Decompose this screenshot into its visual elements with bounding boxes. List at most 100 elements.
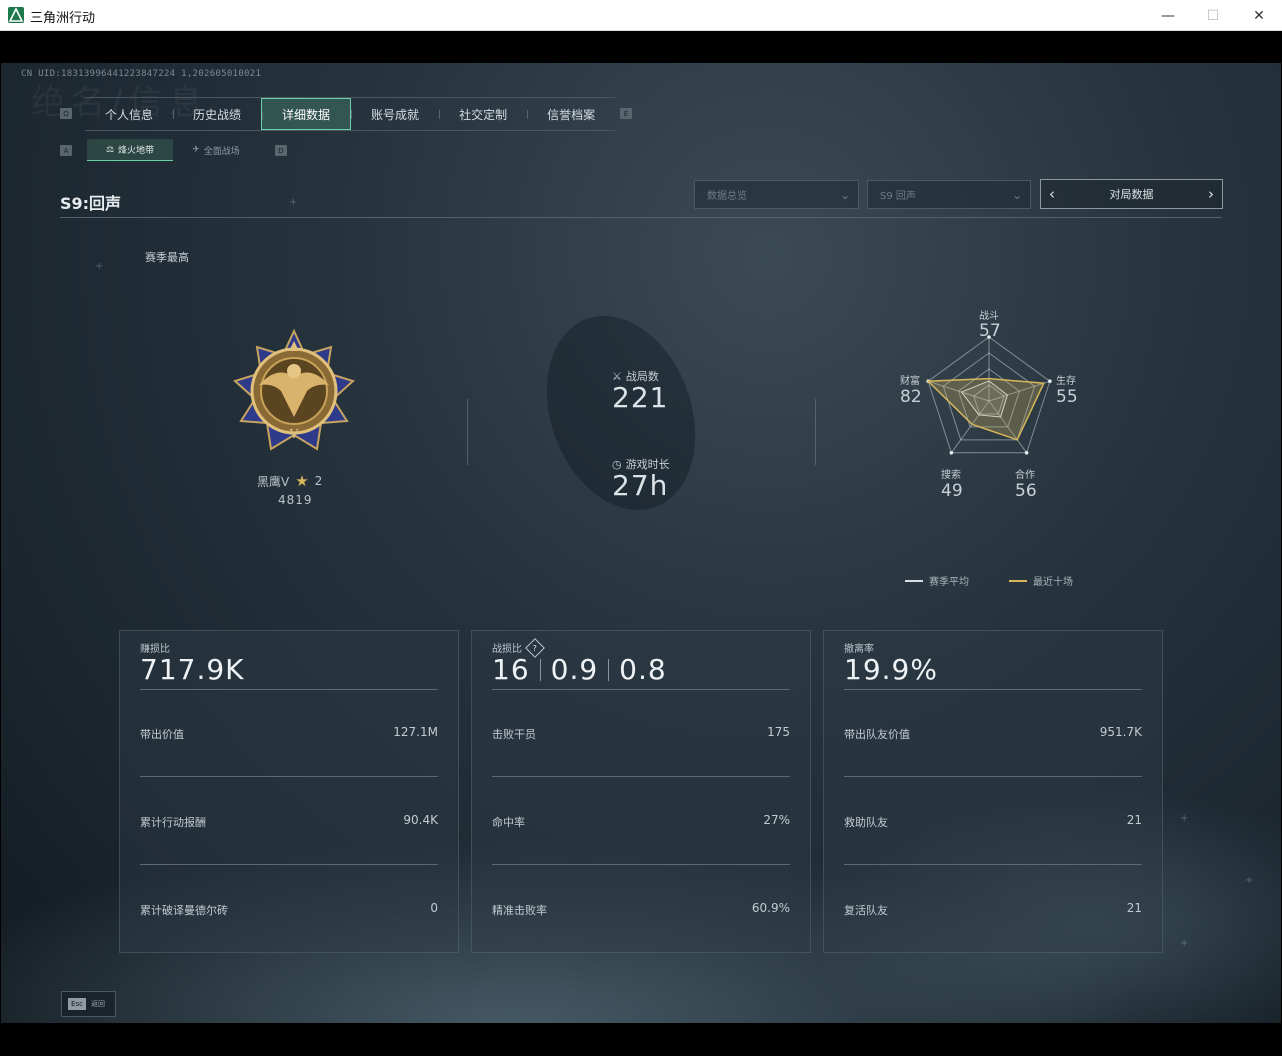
card-profit-ratio: 赚损比 717.9K 带出价值 127.1M 累计行动报酬 90.4K 累计破译… xyxy=(119,630,459,953)
letterbox-bottom xyxy=(1,1023,1281,1056)
season-title: S9:回声 xyxy=(60,194,122,213)
value-separator xyxy=(608,658,610,681)
title-bar: 三角洲行动 — ☐ ✕ xyxy=(0,0,1282,31)
radar-axis-dot xyxy=(1024,450,1029,455)
main-tabs: 个人信息 历史战绩 详细数据 账号成就 社交定制 信誉档案 xyxy=(85,97,616,131)
legend-swatch-season xyxy=(905,579,923,582)
card-kd-ratio: 战损比 ? 16 0.9 0.8 击败干员 175 命中率 27% 精准击败率 … xyxy=(471,630,811,953)
card-divider xyxy=(492,689,790,690)
radar-label-wealth: 财富 xyxy=(900,376,920,387)
row-value: 951.7K xyxy=(1099,725,1142,739)
match-data-nav: ‹ 对局数据 › xyxy=(1040,179,1223,209)
esc-key-icon: Esc xyxy=(68,998,86,1010)
row-value: 27% xyxy=(763,813,790,827)
kd-value-3: 0.8 xyxy=(619,653,667,686)
key-hint-d: D xyxy=(275,145,287,156)
rank-title: 黑鹰V xyxy=(257,474,290,489)
legend-swatch-recent xyxy=(1009,579,1027,582)
subtab-operations-label: 烽火地带 xyxy=(118,146,155,156)
row-value: 127.1M xyxy=(393,725,438,739)
card-divider xyxy=(140,689,438,690)
card-divider xyxy=(492,864,790,865)
kd-value-1: 16 xyxy=(492,653,530,686)
row-label: 带出价值 xyxy=(140,728,184,741)
row-value: 60.9% xyxy=(751,901,790,915)
back-button[interactable]: Esc 返回 xyxy=(61,991,116,1017)
radar-value-combat: 57 xyxy=(979,321,1001,341)
chevron-down-icon: ⌄ xyxy=(839,188,850,202)
row-label: 救助队友 xyxy=(844,816,888,829)
overview-dropdown[interactable]: 数据总览 ⌄ xyxy=(694,180,859,209)
season-dropdown[interactable]: S9 回声 ⌄ xyxy=(867,180,1031,209)
season-dropdown-value: S9 回声 xyxy=(880,191,916,202)
match-data-label[interactable]: 对局数据 xyxy=(1110,186,1154,202)
close-button[interactable]: ✕ xyxy=(1236,0,1282,31)
tab-reputation[interactable]: 信誉档案 xyxy=(527,98,615,130)
minimize-button[interactable]: — xyxy=(1145,0,1191,31)
back-label: 返回 xyxy=(91,1000,105,1008)
row-label: 累计行动报酬 xyxy=(140,816,206,829)
key-hint-e: E xyxy=(620,108,632,119)
letterbox-top xyxy=(1,31,1281,63)
divider-right xyxy=(815,399,816,465)
decor-plus-icon: + xyxy=(1245,875,1254,886)
card-divider xyxy=(844,864,1142,865)
app-window: 三角洲行动 — ☐ ✕ 绝名/信息 CN UID:183139964412238… xyxy=(0,0,1282,1056)
card-big-values: 16 0.9 0.8 xyxy=(492,653,667,686)
legend-recent-label: 最近十场 xyxy=(1033,577,1073,588)
decor-plus-icon: + xyxy=(1180,938,1189,949)
tab-detailed-data[interactable]: 详细数据 xyxy=(261,98,352,130)
radar-axis-dot xyxy=(1048,379,1052,384)
radar-axis-dot xyxy=(949,450,954,455)
row-value: 90.4K xyxy=(403,813,438,827)
rank-name: 黑鹰V ★ 2 xyxy=(257,472,322,490)
tab-achievements[interactable]: 账号成就 xyxy=(351,98,439,130)
radar-series-recent xyxy=(926,377,1045,441)
maximize-button[interactable]: ☐ xyxy=(1190,0,1236,31)
header-divider xyxy=(60,217,1222,218)
sub-tabs: ⚖ 烽火地带 ✈ 全面战场 xyxy=(87,139,259,161)
radar-value-survival: 55 xyxy=(1056,387,1078,407)
legend-recent: 最近十场 xyxy=(1009,573,1073,588)
operations-icon: ⚖ xyxy=(105,144,115,155)
row-value: 0 xyxy=(430,901,438,915)
card-big-value: 19.9% xyxy=(844,653,938,686)
radar-value-cooperation: 56 xyxy=(1015,481,1037,501)
row-label: 命中率 xyxy=(492,816,525,829)
radar-value-search: 49 xyxy=(941,481,963,501)
decor-plus-icon: + xyxy=(289,197,298,208)
overview-dropdown-value: 数据总览 xyxy=(707,191,747,202)
legend-season-avg-label: 赛季平均 xyxy=(929,577,969,588)
rank-stars: 2 xyxy=(314,474,323,488)
value-separator xyxy=(539,658,541,681)
chevron-down-icon: ⌄ xyxy=(1011,188,1022,202)
card-divider xyxy=(140,776,438,777)
window-title: 三角洲行动 xyxy=(30,11,96,26)
divider-left xyxy=(467,399,468,465)
key-hint-q: Q xyxy=(60,108,72,119)
radar-label-search: 搜索 xyxy=(941,470,961,481)
prev-arrow-icon[interactable]: ‹ xyxy=(1049,185,1055,203)
tab-history[interactable]: 历史战绩 xyxy=(173,98,261,130)
subtab-operations[interactable]: ⚖ 烽火地带 xyxy=(87,139,173,161)
tab-personal-info[interactable]: 个人信息 xyxy=(85,98,173,130)
card-extraction-rate: 撤离率 19.9% 带出队友价值 951.7K 救助队友 21 复活队友 21 xyxy=(823,630,1163,953)
app-icon xyxy=(8,7,24,23)
season-best-label: 赛季最高 xyxy=(145,251,189,264)
kd-value-2: 0.9 xyxy=(550,653,599,686)
warfare-icon: ✈ xyxy=(192,145,200,155)
card-divider xyxy=(844,776,1142,777)
card-big-value: 717.9K xyxy=(140,653,245,686)
radar-value-wealth: 82 xyxy=(900,387,922,407)
next-arrow-icon[interactable]: › xyxy=(1208,185,1214,203)
tab-social[interactable]: 社交定制 xyxy=(439,98,527,130)
row-value: 175 xyxy=(767,725,790,739)
decor-plus-icon: + xyxy=(1180,813,1189,824)
row-label: 精准击败率 xyxy=(492,904,547,917)
radar-label-survival: 生存 xyxy=(1056,376,1076,387)
subtab-warfare[interactable]: ✈ 全面战场 xyxy=(173,139,259,161)
subtab-warfare-label: 全面战场 xyxy=(203,146,240,157)
row-value: 21 xyxy=(1126,901,1142,915)
game-view: 绝名/信息 CN UID:18313996441223847224 1,2026… xyxy=(1,63,1281,1023)
key-hint-a: A xyxy=(60,145,72,156)
